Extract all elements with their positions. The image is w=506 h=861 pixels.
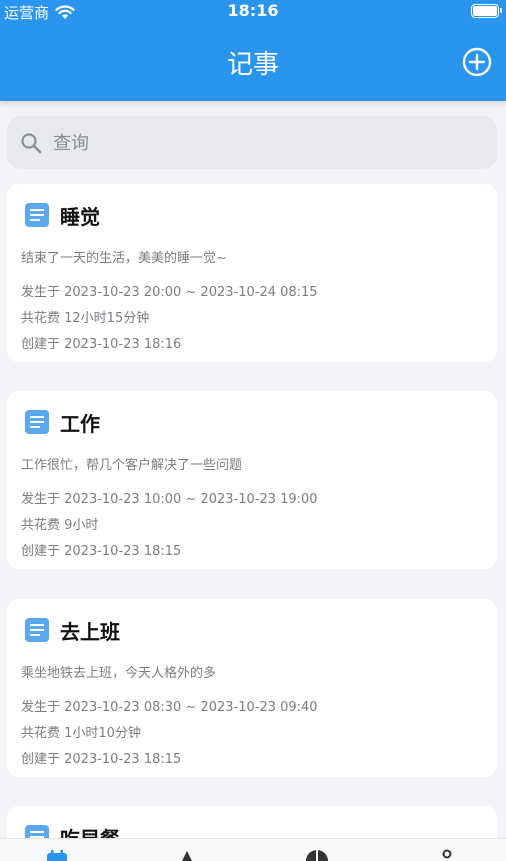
- note-occurred: 发生于 2023-10-23 20:00 ~ 2023-10-24 08:15: [21, 285, 318, 300]
- status-time: 18:16: [227, 1, 279, 20]
- note-title: 去上班: [60, 620, 120, 644]
- note-card[interactable]: 睡觉 结束了一天的生活，美美的睡一觉~ 发生于 2023-10-23 20:00…: [7, 184, 497, 362]
- document-icon: [25, 203, 49, 227]
- note-created: 创建于 2023-10-23 18:15: [21, 544, 182, 559]
- app-header: 运营商 18:16 记事: [0, 0, 506, 101]
- document-icon: [25, 618, 49, 642]
- search-input[interactable]: [51, 116, 455, 171]
- note-title: 工作: [60, 412, 100, 436]
- page-title: 记事: [226, 50, 279, 80]
- note-card[interactable]: 去上班 乘坐地铁去上班，今天人格外的多 发生于 2023-10-23 08:30…: [7, 599, 497, 777]
- note-duration: 共花费 9小时: [21, 518, 99, 533]
- document-icon: [25, 410, 49, 434]
- pie-chart-icon[interactable]: [305, 849, 329, 861]
- status-bar: 运营商 18:16: [0, 0, 506, 22]
- triangle-icon[interactable]: [175, 849, 199, 861]
- search-bar[interactable]: [7, 116, 497, 171]
- add-note-button[interactable]: [462, 47, 492, 77]
- note-duration: 共花费 1小时10分钟: [21, 726, 141, 741]
- person-icon[interactable]: [435, 849, 459, 861]
- battery-icon: [471, 4, 502, 18]
- note-title: 睡觉: [60, 205, 100, 229]
- note-created: 创建于 2023-10-23 18:16: [21, 337, 182, 352]
- search-icon: [21, 133, 42, 154]
- note-duration: 共花费 12小时15分钟: [21, 311, 150, 326]
- note-description: 乘坐地铁去上班，今天人格外的多: [21, 666, 217, 681]
- note-created: 创建于 2023-10-23 18:15: [21, 752, 182, 767]
- note-occurred: 发生于 2023-10-23 08:30 ~ 2023-10-23 09:40: [21, 700, 318, 715]
- note-description: 结束了一天的生活，美美的睡一觉~: [21, 251, 227, 266]
- calendar-icon[interactable]: [45, 849, 69, 861]
- tab-bar: [0, 838, 506, 861]
- note-description: 工作很忙，帮几个客户解决了一些问题: [21, 458, 243, 473]
- note-occurred: 发生于 2023-10-23 10:00 ~ 2023-10-23 19:00: [21, 492, 318, 507]
- note-card[interactable]: 工作 工作很忙，帮几个客户解决了一些问题 发生于 2023-10-23 10:0…: [7, 391, 497, 569]
